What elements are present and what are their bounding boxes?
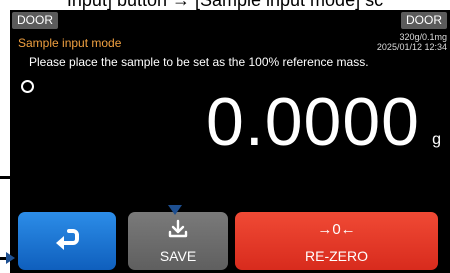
balance-info: 320g/0.1mg 2025/01/12 12:34	[377, 32, 447, 52]
rezero-button-label: RE-ZERO	[305, 248, 368, 264]
save-button[interactable]: SAVE	[128, 212, 228, 270]
stability-indicator	[21, 80, 34, 93]
date-time: 2025/01/12 12:34	[376, 42, 447, 52]
balance-screen: DOOR DOOR Sample input mode 320g/0.1mg 2…	[10, 10, 450, 273]
return-arrow-icon	[18, 227, 116, 251]
back-callout-arrow	[6, 252, 15, 264]
save-button-label: SAVE	[159, 248, 197, 264]
rezero-button[interactable]: →0← RE-ZERO	[235, 212, 438, 270]
instruction-message: Please place the sample to be set as the…	[29, 55, 369, 69]
save-callout-line	[0, 176, 176, 179]
save-callout-arrow	[168, 205, 182, 215]
weight-unit: g	[432, 131, 441, 148]
back-button[interactable]	[18, 212, 116, 270]
save-download-icon	[128, 219, 228, 239]
mode-title: Sample input mode	[18, 36, 122, 50]
rezero-symbol: →0←	[317, 221, 356, 238]
weight-value: 0.0000	[206, 84, 420, 160]
door-button-right[interactable]: DOOR	[401, 12, 447, 29]
capacity-readability: 320g/0.1mg	[399, 32, 447, 42]
door-button-left[interactable]: DOOR	[12, 12, 58, 29]
